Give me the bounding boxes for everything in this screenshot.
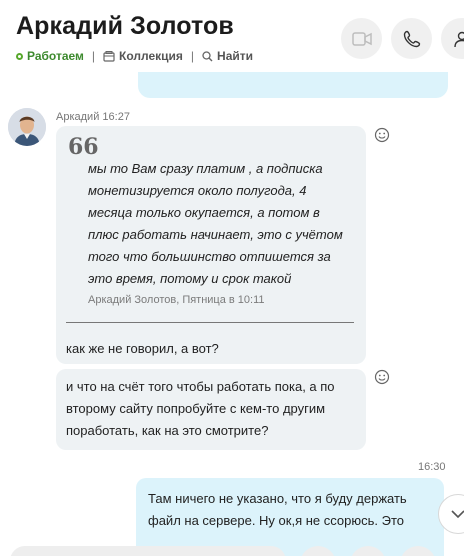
find-link[interactable]: Найти [202, 49, 253, 63]
avatar-photo [8, 108, 46, 146]
smiley-icon[interactable] [374, 127, 390, 143]
collection-link[interactable]: Коллекция [103, 49, 183, 63]
avatar[interactable] [8, 108, 46, 146]
call-button[interactable] [391, 18, 432, 59]
chevron-down-icon [451, 509, 464, 518]
quote-divider [66, 322, 354, 323]
online-status-icon [16, 52, 23, 60]
outgoing-bubble-partial [138, 72, 448, 98]
add-people-button[interactable] [441, 18, 464, 59]
outgoing-message-bubble[interactable]: Там ничего не указано, что я буду держат… [136, 478, 444, 556]
message-text: и что на счёт того чтобы работать пока, … [66, 379, 335, 438]
separator: | [91, 49, 96, 63]
message-time: 16:27 [102, 111, 130, 123]
find-label: Найти [217, 49, 254, 63]
video-call-button[interactable] [341, 18, 382, 59]
message-meta: Аркадий 16:27 [56, 111, 130, 123]
status-label[interactable]: Работаем [27, 49, 84, 63]
header-subnav: Работаем | Коллекция | Найти [16, 48, 253, 64]
quoted-text: мы то Вам сразу платим , а подписка моне… [88, 161, 343, 286]
collection-icon [103, 50, 115, 62]
phone-icon [403, 30, 420, 47]
message-input[interactable] [10, 546, 286, 556]
sender-name: Аркадий [56, 111, 100, 123]
message-time: 16:30 [418, 461, 446, 473]
contact-name: Аркадий Золотов [16, 12, 234, 40]
search-icon [202, 50, 213, 61]
add-person-icon [453, 31, 464, 47]
quote-icon: 66 [68, 134, 99, 160]
incoming-message-bubble[interactable]: 66 мы то Вам сразу платим , а подписка м… [56, 126, 366, 364]
message-text: Там ничего не указано, что я буду держат… [148, 491, 407, 528]
collection-label: Коллекция [119, 49, 183, 63]
reply-text: как же не говорил, а вот? [66, 341, 219, 356]
video-call-icon [351, 31, 372, 46]
smiley-icon[interactable] [374, 369, 390, 385]
quoted-author: Аркадий Золотов, Пятница в 10:11 [88, 294, 265, 306]
chat-window: Аркадий Золотов Работаем | Коллекция | Н… [0, 0, 464, 556]
separator: | [190, 49, 195, 63]
incoming-message-bubble[interactable]: и что на счёт того чтобы работать пока, … [56, 369, 366, 450]
